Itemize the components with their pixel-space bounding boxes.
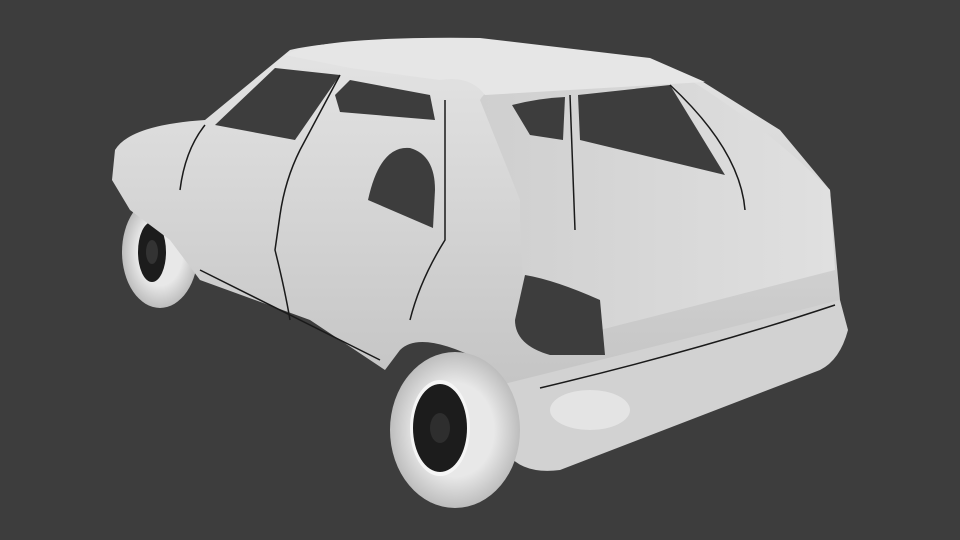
rear-wheel [390, 352, 520, 508]
bumper-highlight [550, 390, 630, 430]
render-viewport [112, 37, 848, 508]
car-model [112, 37, 848, 508]
